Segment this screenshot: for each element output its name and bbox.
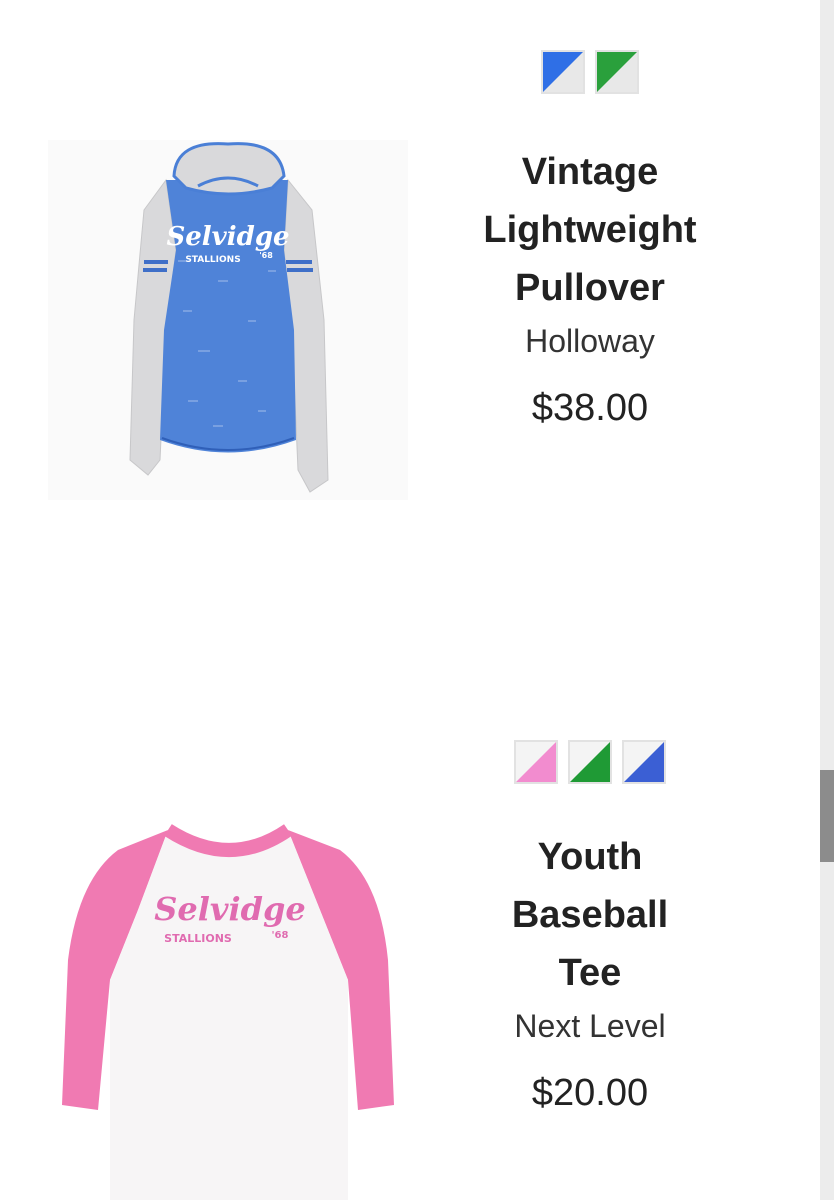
scrollbar-thumb[interactable] — [820, 770, 834, 862]
graphic-subtext: STALLIONS — [185, 255, 240, 265]
product-name-line: Tee — [558, 952, 622, 994]
product-brand: Next Level — [514, 1008, 666, 1044]
product-name[interactable]: Vintage Lightweight Pullover — [440, 143, 740, 317]
product-info: Youth Baseball Tee Next Level $20.00 — [440, 740, 740, 1116]
product-name-line: Pullover — [515, 267, 665, 309]
swatch-royal-heather[interactable] — [541, 50, 585, 94]
product-price: $20.00 — [531, 1072, 649, 1114]
product-price: $38.00 — [531, 387, 649, 429]
product-info: Vintage Lightweight Pullover Holloway $3… — [440, 50, 740, 431]
product-card[interactable]: Selvidge STALLIONS '68 Vintage Lightweig… — [0, 0, 820, 690]
scrollbar-track[interactable] — [820, 0, 834, 1200]
swatch-pink[interactable] — [514, 740, 558, 784]
product-name-line: Lightweight — [483, 209, 697, 251]
graphic-year: '68 — [259, 251, 273, 260]
product-image[interactable]: Selvidge STALLIONS '68 — [48, 140, 408, 500]
color-swatches — [440, 50, 740, 98]
product-card[interactable]: Selvidge STALLIONS '68 Youth Baseball Te… — [0, 690, 820, 1200]
product-image[interactable]: Selvidge STALLIONS '68 — [58, 820, 403, 1200]
swatch-royal[interactable] — [622, 740, 666, 784]
product-list-page: Selvidge STALLIONS '68 Vintage Lightweig… — [0, 0, 834, 1200]
product-brand: Holloway — [525, 323, 655, 359]
baseball-tee-illustration: Selvidge STALLIONS '68 — [62, 824, 394, 1200]
graphic-text: Selvidge — [154, 890, 305, 928]
swatch-kelly-heather[interactable] — [595, 50, 639, 94]
hoodie-illustration: Selvidge STALLIONS '68 — [129, 142, 329, 493]
color-swatches — [440, 740, 740, 788]
graphic-year: '68 — [272, 930, 289, 941]
product-name-line: Baseball — [511, 894, 669, 936]
product-name-line: Vintage — [521, 151, 659, 193]
product-name[interactable]: Youth Baseball Tee — [440, 828, 740, 1002]
product-name-line: Youth — [537, 836, 643, 878]
swatch-green[interactable] — [568, 740, 612, 784]
graphic-text: Selvidge — [166, 222, 289, 252]
graphic-subtext: STALLIONS — [164, 932, 232, 945]
